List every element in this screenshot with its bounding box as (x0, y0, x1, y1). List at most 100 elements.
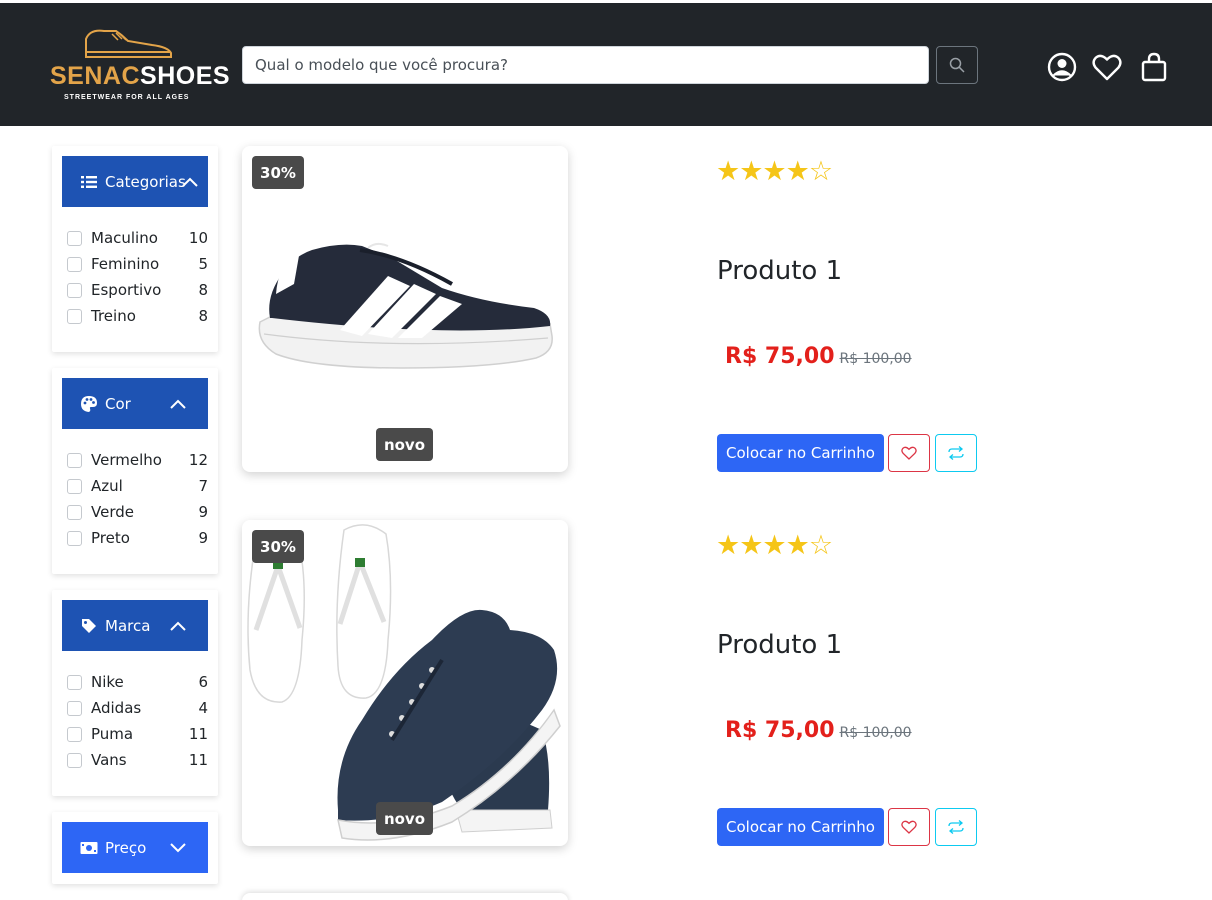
shoe-logo-icon (85, 29, 172, 58)
filter-item[interactable]: Vans 11 (67, 747, 208, 773)
filter-categorias: Categorias Maculino 10 Feminino 5 Esportiv… (52, 146, 218, 352)
product-card[interactable]: 30% novo (242, 520, 568, 846)
checkbox[interactable] (67, 504, 82, 520)
filter-item[interactable]: Nike 6 (67, 669, 208, 695)
add-to-cart-button[interactable]: Colocar no Carrinho (717, 808, 884, 846)
product-name[interactable]: Produto 1 (717, 255, 842, 287)
checkbox[interactable] (67, 700, 82, 716)
filter-count: 6 (198, 673, 208, 691)
filter-label: Esportivo (91, 281, 162, 299)
filter-marca: Marca Nike 6 Adidas 4 Puma 11 Vans 11 (52, 590, 218, 796)
repeat-icon (948, 446, 964, 460)
filter-header-categorias[interactable]: Categorias (62, 156, 208, 207)
rating-stars: ★★★★☆ (716, 530, 833, 561)
money-icon (80, 839, 98, 857)
filter-count: 11 (188, 725, 208, 743)
filter-count: 7 (198, 477, 208, 495)
product-card-partial[interactable] (242, 893, 568, 900)
checkbox[interactable] (67, 726, 82, 742)
filter-cor: Cor Vermelho 12 Azul 7 Verde 9 Preto 9 (52, 368, 218, 574)
filter-label: Vans (91, 751, 127, 769)
filter-list: Maculino 10 Feminino 5 Esportivo 8 Treino 8 (67, 225, 208, 329)
search-button[interactable] (936, 46, 978, 84)
filter-label: Adidas (91, 699, 142, 717)
filter-label: Feminino (91, 255, 160, 273)
filter-count: 12 (188, 451, 208, 469)
compare-button[interactable] (935, 808, 977, 846)
filter-list: Nike 6 Adidas 4 Puma 11 Vans 11 (67, 669, 208, 773)
filter-item[interactable]: Esportivo 8 (67, 277, 208, 303)
tag-icon (80, 617, 98, 635)
filter-title: Preço (105, 838, 147, 857)
filter-header-cor[interactable]: Cor (62, 378, 208, 429)
palette-icon (80, 395, 98, 413)
brand-logo[interactable]: SENACSHOES STREETWEAR FOR ALL AGES (50, 25, 230, 105)
checkbox[interactable] (67, 230, 82, 246)
wishlist-button[interactable] (1091, 51, 1123, 83)
filter-item[interactable]: Puma 11 (67, 721, 208, 747)
filter-label: Treino (91, 307, 136, 325)
heart-icon (901, 446, 917, 460)
sneaker-image (258, 242, 553, 369)
rating-stars: ★★★★☆ (716, 156, 833, 187)
filter-title: Cor (105, 394, 131, 413)
chevron-up-icon[interactable] (168, 616, 188, 636)
current-price: R$ 75,00 (725, 344, 835, 369)
filter-count: 8 (198, 281, 208, 299)
add-to-wishlist-button[interactable] (888, 434, 930, 472)
filter-item[interactable]: Preto 9 (67, 525, 208, 551)
filter-label: Nike (91, 673, 124, 691)
add-to-cart-button[interactable]: Colocar no Carrinho (717, 434, 884, 472)
checkbox[interactable] (67, 452, 82, 468)
filter-title: Categorias (105, 172, 186, 191)
filter-label: Azul (91, 477, 123, 495)
sandals-and-sneaker-image (247, 524, 561, 841)
filter-item[interactable]: Verde 9 (67, 499, 208, 525)
filter-label: Preto (91, 529, 130, 547)
heart-icon (901, 820, 917, 834)
chevron-up-icon[interactable] (180, 172, 200, 192)
checkbox[interactable] (67, 282, 82, 298)
filter-item[interactable]: Treino 8 (67, 303, 208, 329)
checkbox[interactable] (67, 752, 82, 768)
discount-badge: 30% (252, 156, 304, 189)
checkbox[interactable] (67, 308, 82, 324)
checkbox[interactable] (67, 478, 82, 494)
filter-label: Puma (91, 725, 134, 743)
filter-count: 5 (198, 255, 208, 273)
filter-label: Verde (91, 503, 134, 521)
filter-title: Marca (105, 616, 151, 635)
product-name[interactable]: Produto 1 (717, 629, 842, 661)
filter-label: Maculino (91, 229, 158, 247)
chevron-down-icon[interactable] (168, 838, 188, 858)
checkbox[interactable] (67, 256, 82, 272)
new-badge: novo (376, 428, 433, 461)
add-to-wishlist-button[interactable] (888, 808, 930, 846)
product-card[interactable]: 30% novo (242, 146, 568, 472)
filter-preco: Preço (52, 812, 218, 884)
filter-count: 8 (198, 307, 208, 325)
account-button[interactable] (1046, 51, 1078, 83)
filter-item[interactable]: Maculino 10 (67, 225, 208, 251)
list-icon (80, 173, 98, 191)
chevron-up-icon[interactable] (168, 394, 188, 414)
search-icon (949, 57, 965, 73)
repeat-icon (948, 820, 964, 834)
filter-item[interactable]: Adidas 4 (67, 695, 208, 721)
user-icon (1047, 52, 1077, 82)
checkbox[interactable] (67, 530, 82, 546)
checkbox[interactable] (67, 674, 82, 690)
filter-count: 10 (188, 229, 208, 247)
filter-header-marca[interactable]: Marca (62, 600, 208, 651)
current-price: R$ 75,00 (725, 718, 835, 743)
filter-label: Vermelho (91, 451, 162, 469)
cart-button[interactable] (1138, 51, 1170, 83)
compare-button[interactable] (935, 434, 977, 472)
filter-item[interactable]: Azul 7 (67, 473, 208, 499)
filter-count: 9 (198, 503, 208, 521)
new-badge: novo (376, 802, 433, 835)
search-input[interactable] (242, 46, 929, 84)
filter-item[interactable]: Feminino 5 (67, 251, 208, 277)
filter-item[interactable]: Vermelho 12 (67, 447, 208, 473)
filter-header-preco[interactable]: Preço (62, 822, 208, 873)
